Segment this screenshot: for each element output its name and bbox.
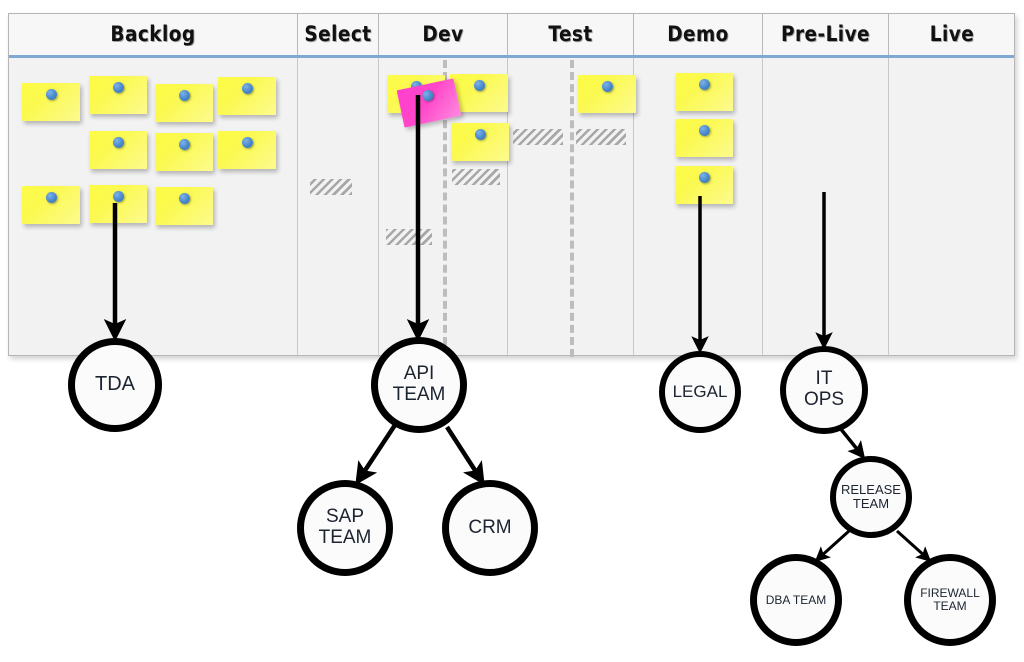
sticky-note-yellow[interactable] [675, 166, 733, 204]
team-node-label-line: OPS [803, 389, 845, 410]
sticky-note-yellow[interactable] [155, 84, 213, 122]
sticky-note-yellow[interactable] [155, 133, 213, 171]
column-header-live[interactable]: Live [897, 14, 1008, 55]
team-node-label: DBA TEAM [765, 592, 827, 607]
sticky-note-yellow[interactable] [451, 123, 509, 161]
team-node-tda[interactable]: TDA [68, 338, 162, 432]
sticky-note-yellow[interactable] [675, 73, 733, 111]
pin-icon [45, 89, 57, 100]
team-node-label-line: TEAM [318, 527, 372, 548]
pin-icon [698, 172, 710, 183]
pin-icon [178, 90, 190, 101]
column-divider-head-3 [633, 14, 634, 55]
sticky-note-yellow[interactable] [155, 187, 213, 225]
team-node-label: CRM [468, 516, 512, 539]
team-node-label-line: SAP [325, 506, 365, 528]
column-header-select[interactable]: Select [303, 14, 373, 55]
team-node-label-line: IT [815, 368, 833, 390]
column-divider-head-1 [378, 14, 379, 55]
column-divider-head-4 [762, 14, 763, 55]
pin-icon [420, 89, 434, 103]
sticky-note-yellow[interactable] [218, 131, 276, 169]
team-node-label: IT OPS [804, 369, 844, 410]
team-node-label-line: LEGAL [672, 381, 728, 401]
pin-icon [474, 129, 486, 140]
team-node-release[interactable]: RELEASE TEAM [830, 456, 912, 538]
arrow-release-to-dba [814, 529, 851, 562]
team-node-legal[interactable]: LEGAL [659, 351, 741, 433]
team-node-label: API TEAM [393, 364, 446, 405]
placeholder-card [310, 179, 352, 195]
sticky-note-yellow[interactable] [89, 185, 147, 223]
team-node-dba[interactable]: DBA TEAM [750, 554, 842, 646]
pin-icon [112, 82, 124, 93]
pin-icon [45, 192, 57, 203]
team-node-label-line: API [403, 363, 435, 385]
pin-icon [698, 125, 710, 136]
pin-icon [241, 83, 253, 94]
team-node-label: RELEASE TEAM [841, 481, 901, 511]
team-node-label: LEGAL [672, 381, 728, 401]
placeholder-card [386, 229, 432, 245]
team-node-label-line: RELEASE [841, 481, 901, 497]
pin-icon [241, 137, 253, 148]
pin-icon [112, 191, 124, 202]
placeholder-card [452, 169, 500, 185]
sticky-note-yellow[interactable] [675, 119, 733, 157]
column-divider-head-5 [888, 14, 889, 55]
team-node-label-line: TDA [95, 373, 135, 396]
column-divider-body-0 [297, 58, 298, 357]
sticky-note-yellow[interactable] [89, 131, 147, 169]
team-node-label: FIREWALL TEAM [920, 587, 980, 613]
column-divider-head-0 [297, 14, 298, 55]
sticky-note-yellow[interactable] [22, 186, 80, 224]
team-node-label-line: TEAM [852, 496, 890, 511]
kanban-board: Backlog Select Dev Test Demo Pre-Live Live [8, 13, 1015, 357]
team-node-crm[interactable]: CRM [442, 480, 538, 576]
kanban-board-diagram: Backlog Select Dev Test Demo Pre-Live Live TDA… [0, 0, 1024, 662]
team-node-label-line: TEAM [392, 384, 446, 405]
pin-icon [601, 81, 613, 92]
placeholder-card [513, 129, 563, 145]
sticky-note-yellow[interactable] [578, 75, 636, 113]
placeholder-card [576, 129, 626, 145]
column-header-demo[interactable]: Demo [642, 14, 755, 55]
pin-icon [473, 80, 485, 91]
pin-icon [178, 193, 190, 204]
dashed-divider-1 [570, 60, 574, 357]
column-divider-body-4 [762, 58, 763, 357]
team-node-label-line: CRM [468, 516, 512, 538]
pin-icon [178, 139, 190, 150]
team-node-label-line: TEAM [933, 599, 967, 613]
column-header-test[interactable]: Test [516, 14, 626, 55]
arrow-api-to-sap [355, 423, 397, 486]
team-node-itops[interactable]: IT OPS [780, 346, 868, 434]
team-node-label: SAP TEAM [319, 507, 372, 548]
sticky-note-yellow[interactable] [22, 83, 80, 121]
arrow-api-to-crm [445, 425, 485, 486]
column-header-dev[interactable]: Dev [387, 14, 500, 55]
pin-icon [112, 137, 124, 148]
team-node-sap[interactable]: SAP TEAM [297, 480, 393, 576]
arrow-itops-to-release [838, 426, 866, 460]
pin-icon [698, 79, 710, 90]
column-divider-body-5 [888, 58, 889, 357]
arrow-release-to-firewall [895, 529, 932, 562]
column-header-backlog[interactable]: Backlog [26, 14, 279, 55]
column-header-pre-live[interactable]: Pre-Live [771, 14, 881, 55]
team-node-label-line: DBA TEAM [765, 592, 827, 607]
column-divider-body-1 [378, 58, 379, 357]
column-divider-head-2 [507, 14, 508, 55]
team-node-api[interactable]: API TEAM [371, 337, 467, 433]
team-node-firewall[interactable]: FIREWALL TEAM [904, 554, 996, 646]
sticky-note-yellow[interactable] [218, 77, 276, 115]
sticky-note-yellow[interactable] [89, 76, 147, 114]
team-node-label: TDA [95, 374, 135, 396]
